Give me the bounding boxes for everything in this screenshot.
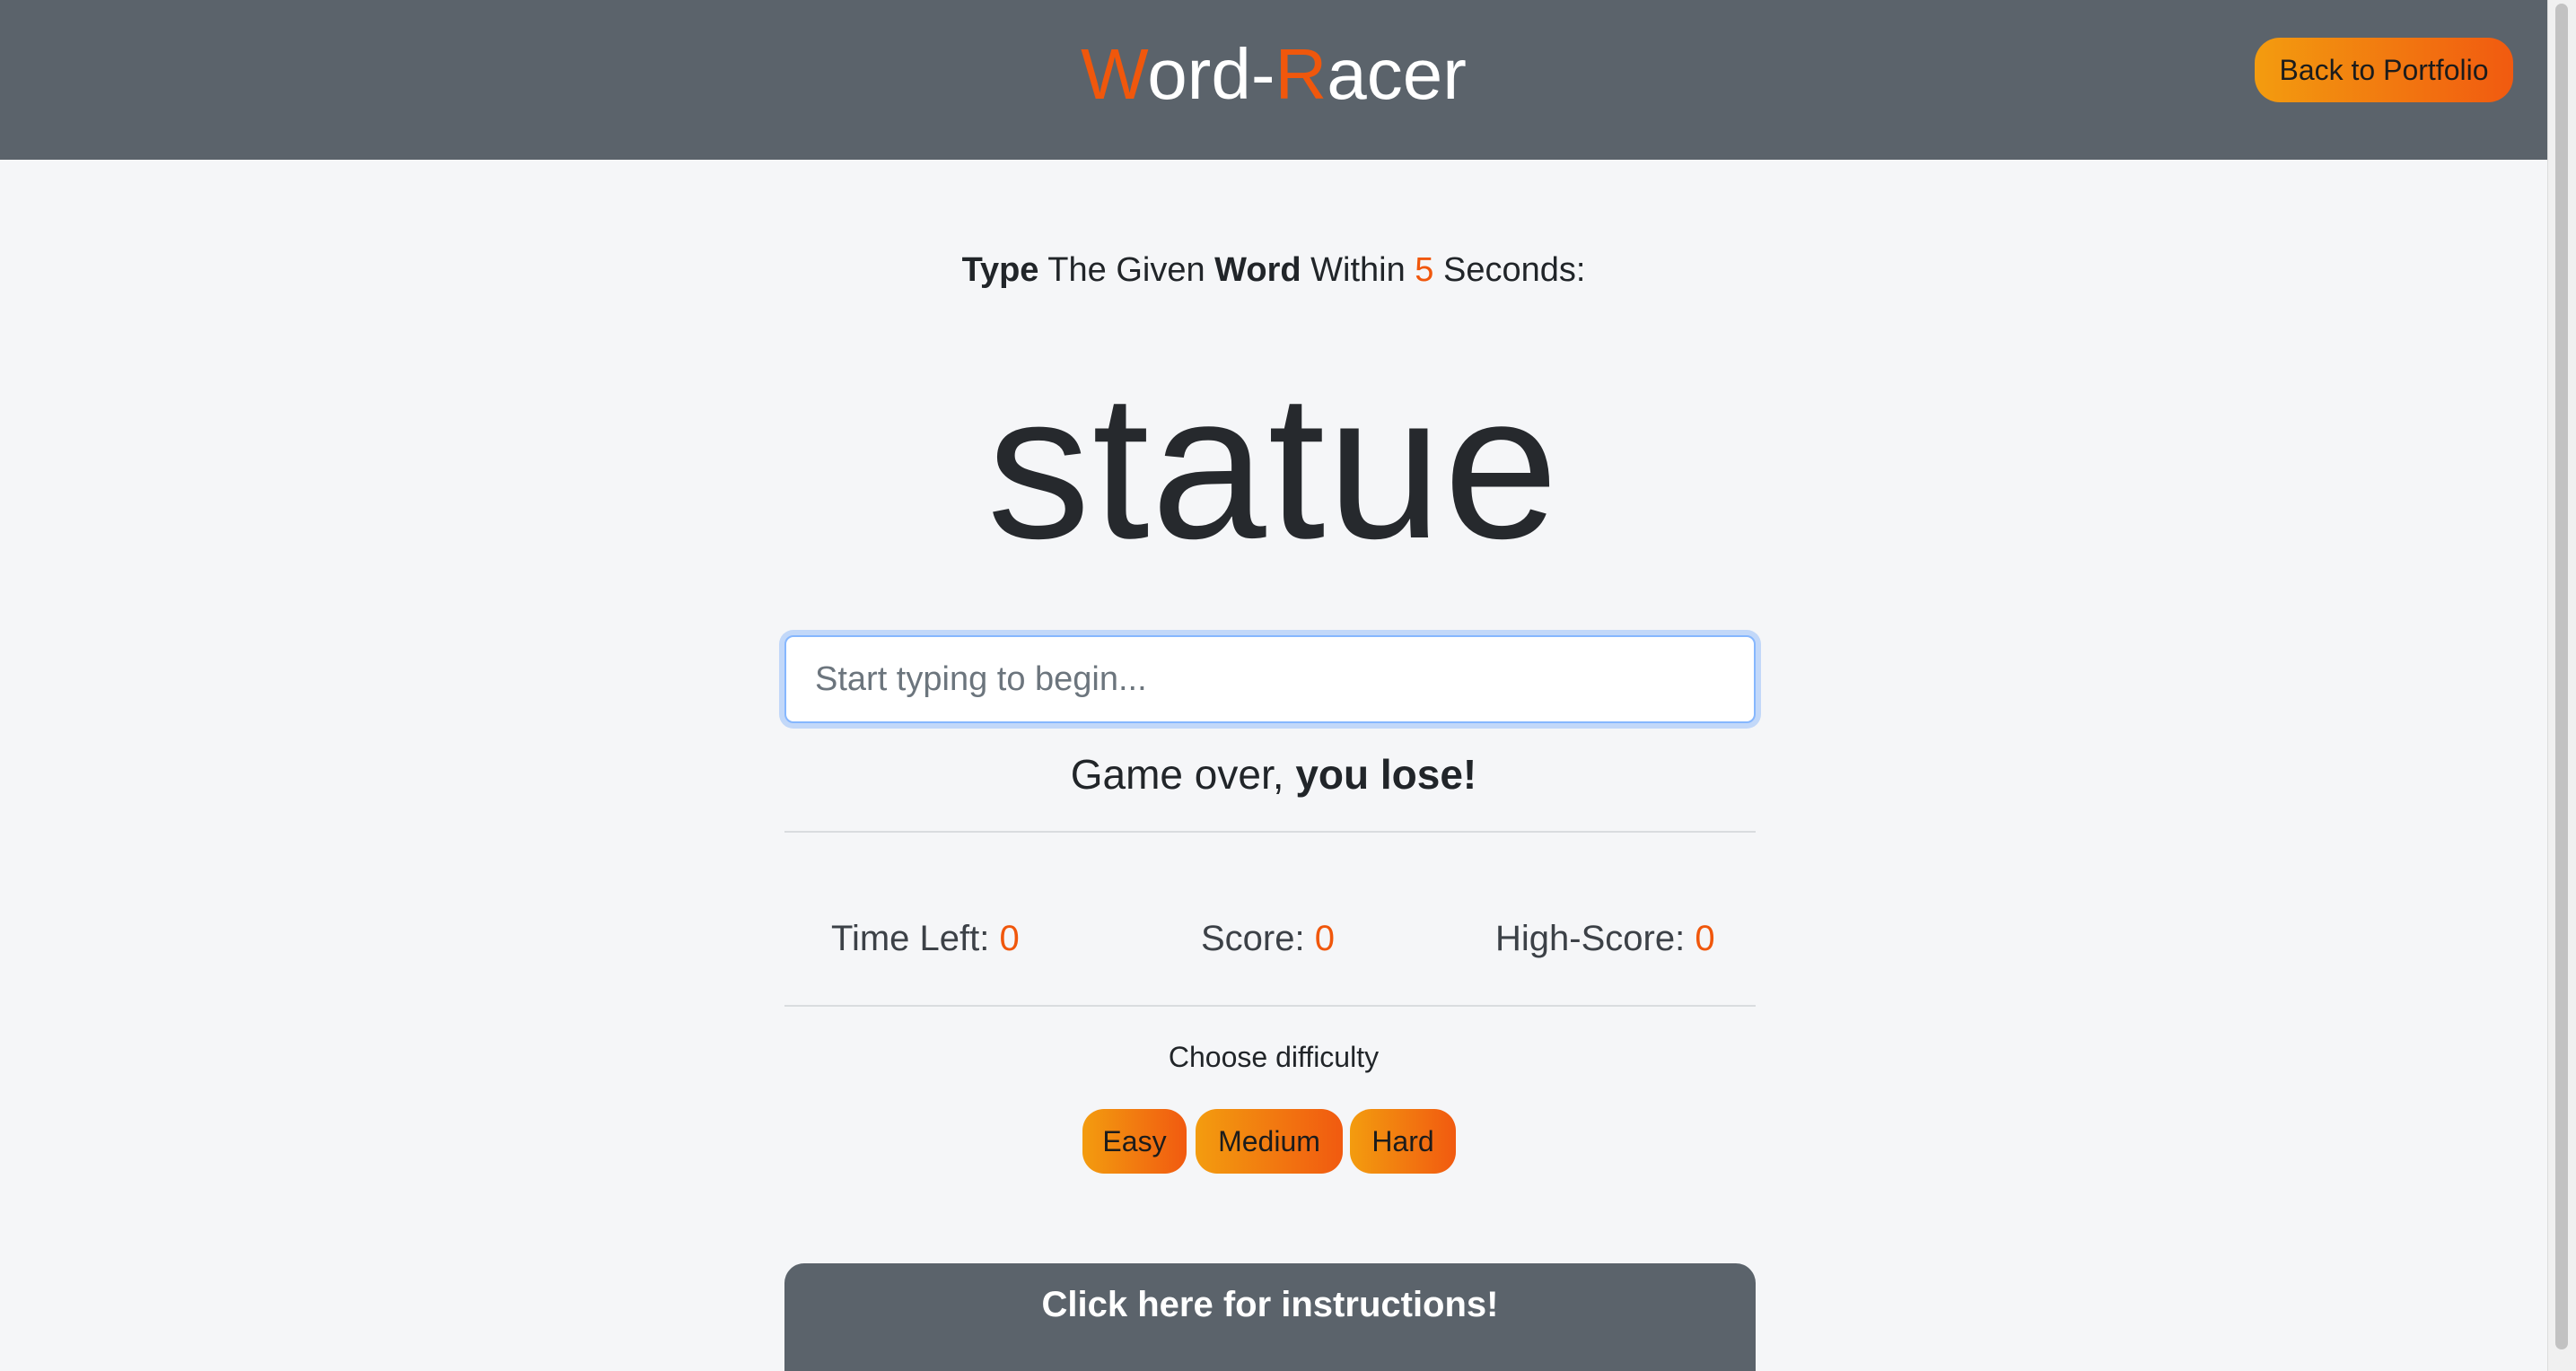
- high-score-label: High-Score:: [1495, 919, 1695, 958]
- instructions-button[interactable]: Click here for instructions!: [784, 1263, 1756, 1371]
- instruction-type: Type: [961, 251, 1039, 289]
- divider-top: [784, 831, 1756, 833]
- scrollbar-thumb[interactable]: [2555, 4, 2568, 1349]
- instruction-word: Word: [1214, 251, 1301, 289]
- app-header: Word-Racer Back to Portfolio: [0, 0, 2547, 160]
- time-left-value: 0: [999, 919, 1020, 958]
- difficulty-hard-button[interactable]: Hard: [1350, 1109, 1456, 1174]
- vertical-scrollbar[interactable]: [2547, 0, 2576, 1371]
- difficulty-easy-button[interactable]: Easy: [1082, 1109, 1187, 1174]
- time-left-stat: Time Left: 0: [831, 919, 1020, 959]
- difficulty-medium-button[interactable]: Medium: [1196, 1109, 1343, 1174]
- instruction-the-given: The Given: [1038, 251, 1215, 289]
- instruction-within: Within: [1301, 251, 1415, 289]
- seconds-value: 5: [1415, 251, 1434, 289]
- divider-bottom: [784, 1005, 1756, 1007]
- high-score-value: 0: [1695, 919, 1715, 958]
- app-title: Word-Racer: [0, 34, 2547, 115]
- message-prefix: Game over,: [1070, 751, 1296, 798]
- instruction-seconds: Seconds:: [1433, 251, 1586, 289]
- message-emphasis: you lose!: [1295, 751, 1477, 798]
- brand-letter-r: R: [1275, 34, 1327, 114]
- game-message: Game over, you lose!: [0, 750, 2547, 799]
- score-stat: Score: 0: [1201, 919, 1335, 959]
- score-label: Score:: [1201, 919, 1315, 958]
- current-word: statue: [986, 351, 1561, 581]
- time-left-label: Time Left:: [831, 919, 1000, 958]
- word-input[interactable]: [784, 635, 1756, 723]
- page: Word-Racer Back to Portfolio Type The Gi…: [0, 0, 2576, 1371]
- choose-difficulty-label: Choose difficulty: [1168, 1041, 1380, 1073]
- brand-letter-w: W: [1081, 34, 1148, 114]
- high-score-stat: High-Score: 0: [1495, 919, 1715, 959]
- brand-text-acer: acer: [1327, 34, 1467, 114]
- back-to-portfolio-button[interactable]: Back to Portfolio: [2255, 38, 2513, 102]
- score-value: 0: [1314, 919, 1335, 958]
- brand-text-ord: ord-: [1147, 34, 1275, 114]
- instruction-text: Type The Given Word Within 5 Seconds:: [0, 251, 2547, 290]
